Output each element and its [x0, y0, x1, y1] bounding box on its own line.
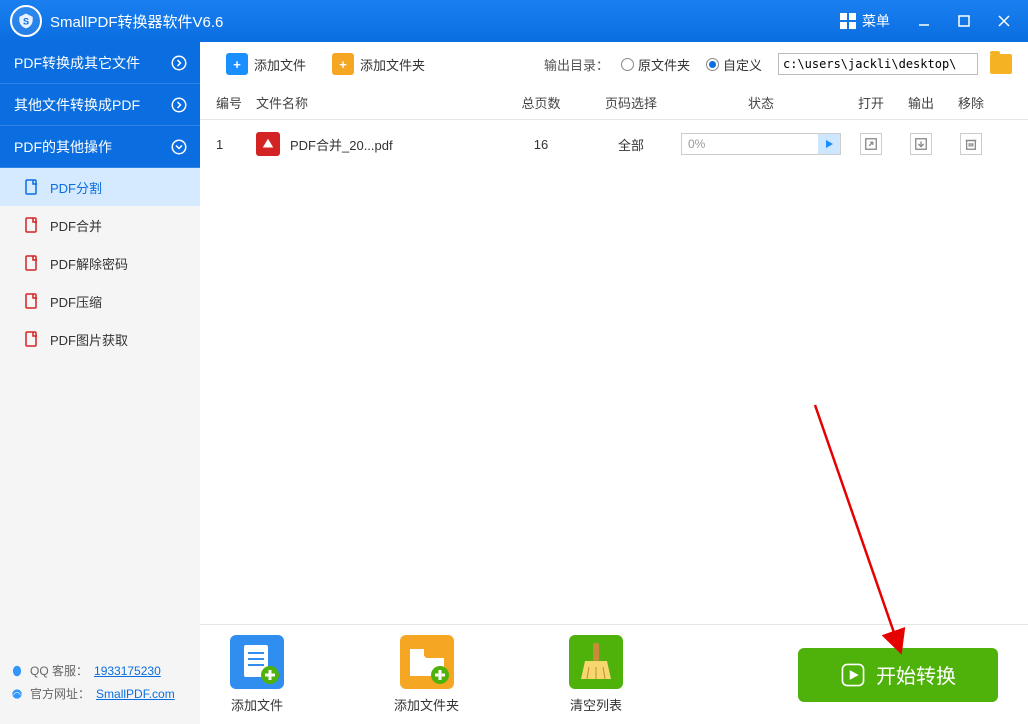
sidebar: PDF转换成其它文件 其他文件转换成PDF PDF的其他操作 PDF分割 PDF…	[0, 42, 200, 724]
play-icon	[818, 134, 840, 154]
bottom-add-folder[interactable]: 添加文件夹	[394, 635, 459, 714]
sidebar-item-merge[interactable]: PDF合并	[0, 206, 200, 244]
maximize-button[interactable]	[944, 0, 984, 42]
sidebar-item-split[interactable]: PDF分割	[0, 168, 200, 206]
site-link[interactable]: SmallPDF.com	[96, 687, 175, 701]
pdf-icon	[24, 179, 40, 195]
bottom-bar: 添加文件 添加文件夹 清空列表 开始转换	[200, 624, 1028, 724]
table-header: 编号 文件名称 总页数 页码选择 状态 打开 输出 移除	[200, 86, 1028, 120]
file-list: 1 PDF合并_20...pdf 16 全部 0%	[200, 120, 1028, 624]
col-name: 文件名称	[256, 93, 496, 112]
output-path-input[interactable]	[778, 53, 978, 75]
folder-plus-icon: +	[332, 53, 354, 75]
pdf-icon	[24, 217, 40, 233]
col-no: 编号	[216, 93, 256, 112]
minimize-button[interactable]	[904, 0, 944, 42]
toolbar: + 添加文件 + 添加文件夹 输出目录： 原文件夹 自定义	[200, 42, 1028, 86]
remove-row-button[interactable]	[960, 133, 982, 155]
ie-icon	[10, 687, 24, 701]
titlebar: S SmallPDF转换器软件V6.6 菜单	[0, 0, 1028, 42]
pdf-icon	[24, 331, 40, 347]
annotation-arrow	[810, 400, 910, 660]
chevron-right-icon	[170, 54, 188, 72]
play-circle-icon	[840, 662, 866, 688]
pdf-file-icon	[256, 132, 280, 156]
col-open: 打开	[846, 93, 896, 112]
app-title: SmallPDF转换器软件V6.6	[50, 11, 826, 32]
radio-original-folder[interactable]: 原文件夹	[621, 55, 690, 74]
start-convert-button[interactable]: 开始转换	[798, 648, 998, 702]
svg-text:S: S	[23, 16, 29, 26]
sidebar-item-extract-images[interactable]: PDF图片获取	[0, 320, 200, 358]
main-panel: + 添加文件 + 添加文件夹 输出目录： 原文件夹 自定义 编号 文件名称 总页…	[200, 42, 1028, 724]
row-filename: PDF合并_20...pdf	[290, 135, 393, 154]
sidebar-cat-pdf-to-other[interactable]: PDF转换成其它文件	[0, 42, 200, 84]
col-del: 移除	[946, 93, 996, 112]
chevron-right-icon	[170, 96, 188, 114]
col-pages: 总页数	[496, 93, 586, 112]
output-folder-button[interactable]	[910, 133, 932, 155]
broom-icon	[569, 635, 623, 689]
pdf-icon	[24, 255, 40, 271]
close-button[interactable]	[984, 0, 1024, 42]
row-pages: 16	[496, 137, 586, 152]
browse-folder-button[interactable]	[990, 54, 1012, 74]
plus-icon: +	[226, 53, 248, 75]
radio-custom-folder[interactable]: 自定义	[706, 55, 762, 74]
pdf-icon	[24, 293, 40, 309]
add-folder-icon	[400, 635, 454, 689]
menu-label: 菜单	[862, 11, 890, 31]
output-label: 输出目录：	[544, 55, 609, 74]
col-out: 输出	[896, 93, 946, 112]
bottom-clear-list[interactable]: 清空列表	[569, 635, 623, 714]
sidebar-item-unlock[interactable]: PDF解除密码	[0, 244, 200, 282]
col-status: 状态	[676, 93, 846, 112]
support-info: QQ 客服： 1933175230 官方网址： SmallPDF.com	[0, 652, 200, 724]
sidebar-cat-pdf-other-ops[interactable]: PDF的其他操作	[0, 126, 200, 168]
app-logo: S	[10, 5, 42, 37]
tiles-icon	[840, 13, 856, 29]
sidebar-cat-other-to-pdf[interactable]: 其他文件转换成PDF	[0, 84, 200, 126]
qq-link[interactable]: 1933175230	[94, 664, 161, 678]
open-file-button[interactable]	[860, 133, 882, 155]
bottom-add-file[interactable]: 添加文件	[230, 635, 284, 714]
add-file-icon	[230, 635, 284, 689]
row-no: 1	[216, 137, 256, 152]
table-row[interactable]: 1 PDF合并_20...pdf 16 全部 0%	[200, 120, 1028, 168]
sidebar-item-compress[interactable]: PDF压缩	[0, 282, 200, 320]
add-folder-button[interactable]: + 添加文件夹	[322, 49, 435, 79]
qq-icon	[10, 664, 24, 678]
row-page-select[interactable]: 全部	[586, 135, 676, 154]
row-progress[interactable]: 0%	[681, 133, 841, 155]
menu-button[interactable]: 菜单	[826, 0, 904, 42]
chevron-down-icon	[170, 138, 188, 156]
add-file-button[interactable]: + 添加文件	[216, 49, 316, 79]
col-sel: 页码选择	[586, 93, 676, 112]
